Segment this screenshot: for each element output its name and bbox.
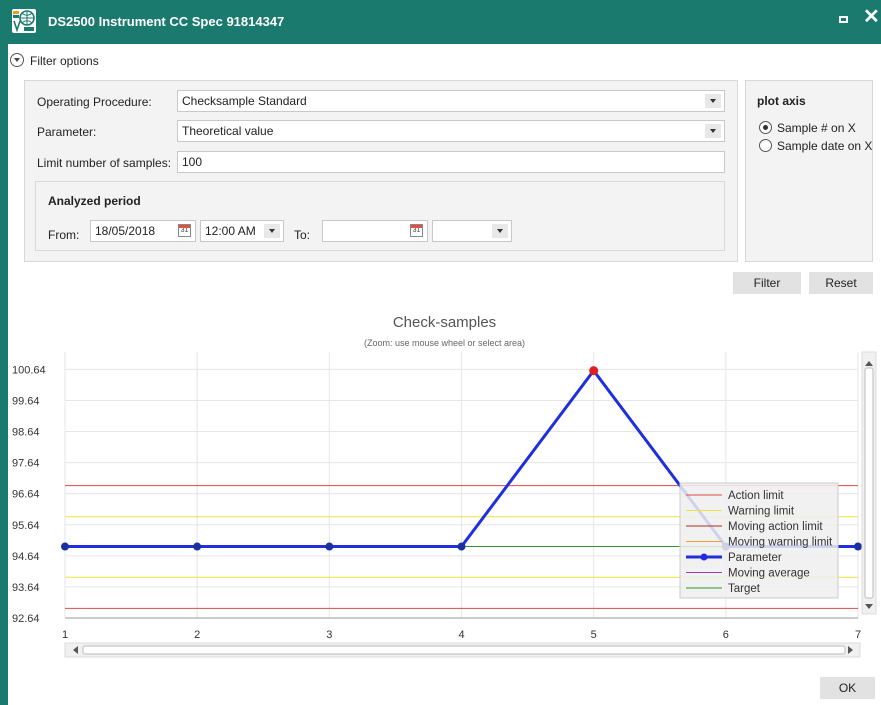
horizontal-scroll-thumb [82,645,846,655]
parameter-point [457,542,466,551]
legend-label: Parameter [728,552,782,564]
parameter-point [61,542,69,551]
legend-label: Moving action limit [728,521,823,533]
x-tick-label: 1 [62,629,68,641]
parameter-point [589,366,599,376]
y-tick-label: 93.64 [12,582,40,594]
y-tick-label: 100.64 [12,364,46,376]
x-tick-label: 3 [326,629,332,641]
legend-label: Action limit [728,490,784,502]
x-tick-label: 2 [194,629,200,641]
legend-label: Moving warning limit [728,537,833,549]
y-tick-label: 92.64 [12,613,40,625]
y-tick-label: 95.64 [12,520,40,532]
ok-button[interactable]: OK [820,677,875,699]
x-tick-label: 6 [723,629,729,641]
y-tick-label: 99.64 [12,395,40,407]
y-tick-label: 94.64 [12,551,40,563]
x-tick-label: 4 [458,629,464,641]
y-tick-label: 96.64 [12,489,40,501]
main-window: DS2500 Instrument CC Spec 91814347 ✕ Fil… [8,0,881,705]
x-tick-label: 5 [591,629,597,641]
legend-label: Target [728,583,761,595]
y-tick-label: 97.64 [12,458,40,470]
check-samples-chart[interactable]: 100.64 99.64 98.64 97.64 96.64 95.64 94.64 93.6… [8,0,881,705]
vertical-scroll-thumb [864,367,874,599]
parameter-point [854,542,862,551]
x-tick-label: 7 [855,629,861,641]
legend-label: Warning limit [728,506,795,518]
legend-label: Moving average [728,568,810,580]
parameter-point [193,542,202,551]
parameter-point [325,542,334,551]
y-tick-label: 98.64 [12,427,40,439]
legend-marker [700,553,708,561]
